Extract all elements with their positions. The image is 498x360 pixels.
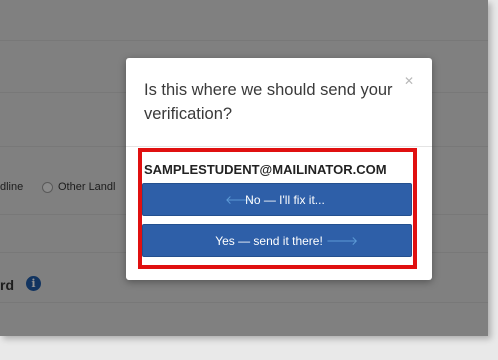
close-icon[interactable]: ✕ <box>402 74 416 88</box>
modal-divider <box>126 146 432 147</box>
highlight-annotation <box>138 148 417 269</box>
page-frame: dline Other Landl rd i Is this where we … <box>0 0 488 336</box>
modal-title: Is this where we should send your verifi… <box>144 81 393 123</box>
